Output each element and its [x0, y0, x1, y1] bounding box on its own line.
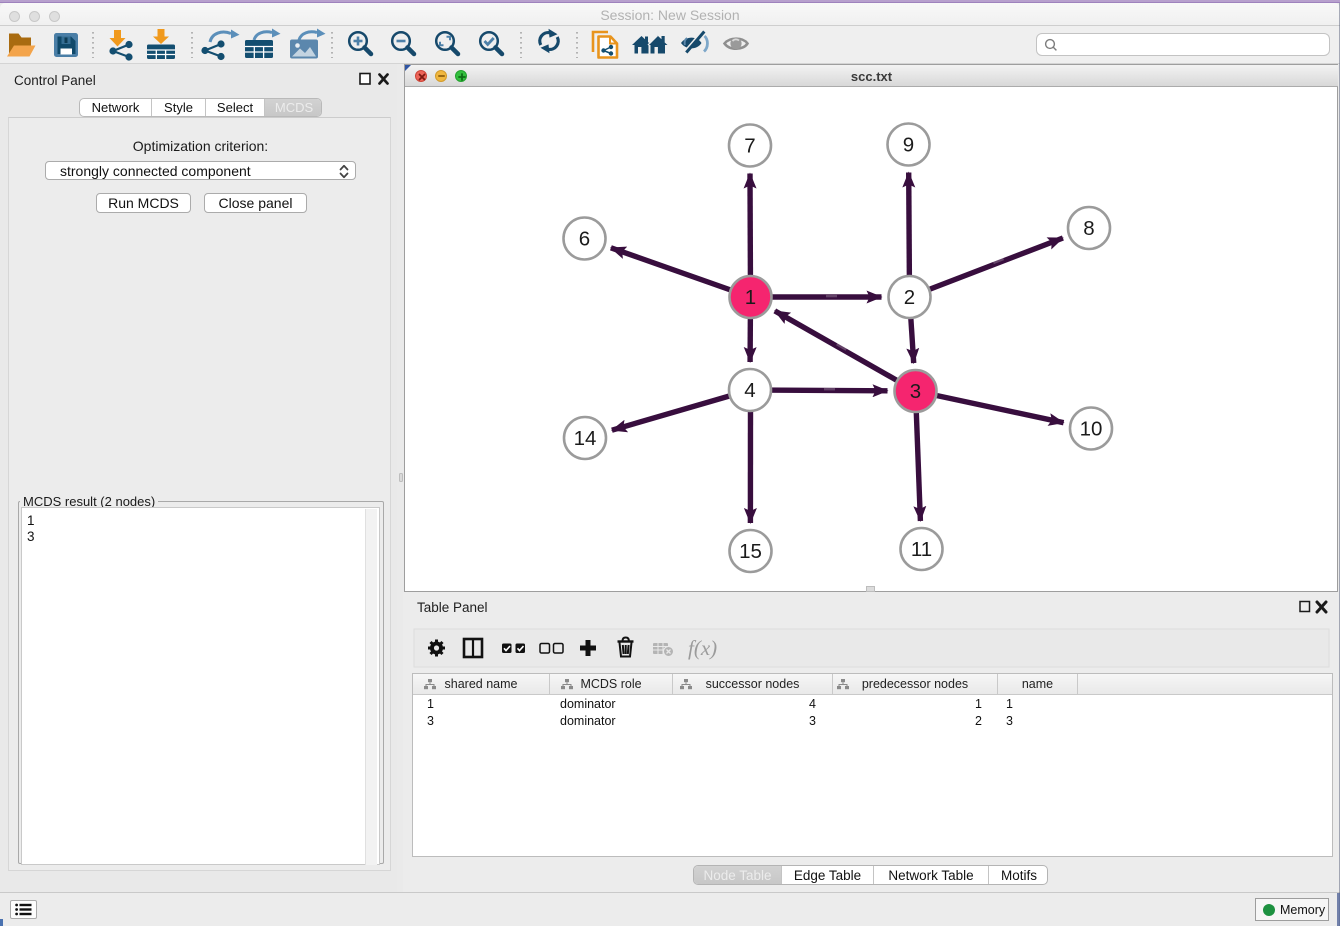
svg-text:8: 8 [1083, 217, 1094, 240]
svg-text:10: 10 [1080, 418, 1103, 441]
svg-text:7: 7 [744, 135, 755, 158]
svg-text:11: 11 [911, 538, 932, 561]
svg-text:2: 2 [904, 286, 915, 309]
svg-text:4: 4 [744, 379, 755, 402]
svg-text:6: 6 [579, 228, 590, 251]
svg-text:15: 15 [739, 540, 762, 563]
svg-text:14: 14 [574, 427, 597, 450]
svg-text:3: 3 [910, 380, 921, 403]
svg-text:1: 1 [745, 286, 756, 309]
svg-text:9: 9 [903, 134, 914, 157]
svg-text:f(x): f(x) [688, 636, 717, 660]
